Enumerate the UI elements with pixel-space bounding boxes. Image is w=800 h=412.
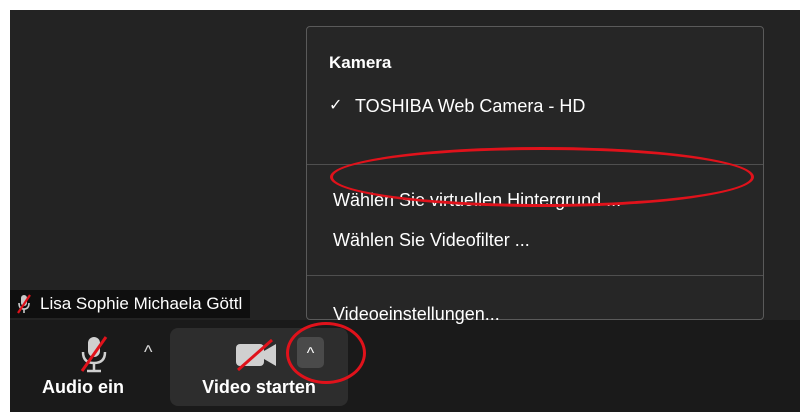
check-icon: ✓: [329, 97, 343, 114]
camera-name-label: TOSHIBA Web Camera - HD: [355, 96, 586, 116]
meeting-toolbar: ^ Audio ein Video starten: [10, 320, 800, 412]
participant-name-tag: Lisa Sophie Michaela Göttl: [10, 290, 251, 318]
menu-item-virtual-background[interactable]: Wählen Sie virtuellen Hintergrund ...: [307, 183, 763, 217]
camera-menu: Kamera ✓ TOSHIBA Web Camera - HD Wählen …: [306, 26, 764, 324]
audio-options-caret[interactable]: ^: [144, 342, 152, 363]
menu-item-camera-toshiba[interactable]: ✓ TOSHIBA Web Camera - HD: [307, 89, 763, 123]
virtual-background-label: Wählen Sie virtuellen Hintergrund ...: [333, 190, 622, 210]
start-video-label: Video starten: [202, 377, 316, 397]
participant-name: Lisa Sophie Michaela Göttl: [40, 294, 243, 313]
audio-button-label: Audio ein: [42, 377, 124, 397]
menu-divider: [307, 275, 763, 276]
menu-divider: [307, 164, 763, 165]
menu-item-video-filter[interactable]: Wählen Sie Videofilter ...: [307, 223, 763, 257]
menu-heading-camera: Kamera: [329, 53, 392, 72]
video-filter-label: Wählen Sie Videofilter ...: [333, 230, 530, 250]
menu-item-video-settings[interactable]: Videoeinstellungen...: [307, 297, 763, 331]
mic-off-icon: [17, 294, 31, 314]
audio-button[interactable]: ^ Audio ein: [22, 328, 152, 406]
video-settings-label: Videoeinstellungen...: [333, 304, 500, 324]
video-off-icon: [236, 338, 276, 372]
video-options-caret-button[interactable]: ^: [297, 337, 324, 368]
mic-off-icon: [80, 336, 108, 373]
